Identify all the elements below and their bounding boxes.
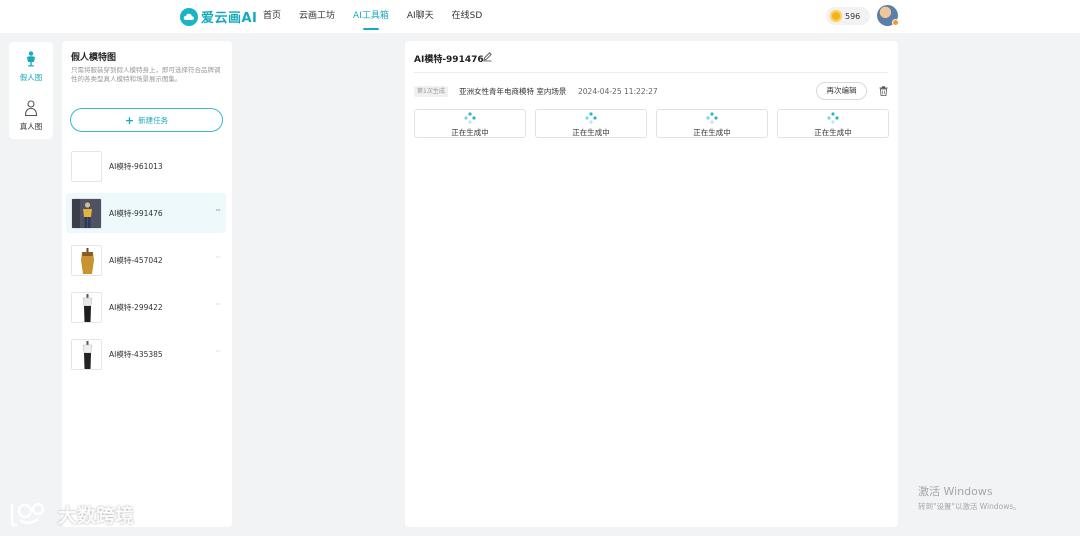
task-name: AI模特-457042: [109, 255, 163, 265]
logo-text: 爱云画AI: [201, 11, 258, 26]
task-thumbnail: [71, 150, 102, 182]
task-name: AI模特-961013: [109, 161, 163, 171]
watermark-text: 大数跨境: [58, 504, 135, 527]
app-logo[interactable]: 爱云画AI: [180, 7, 257, 26]
task-thumbnail: [71, 197, 102, 229]
generating-card: 正在生成中: [535, 109, 647, 138]
generating-status: 正在生成中: [572, 128, 610, 137]
generating-status: 正在生成中: [814, 128, 852, 137]
activation-hint: 转到"设置"以激活 Windows。: [918, 502, 1021, 511]
reedit-button[interactable]: 再次编辑: [816, 82, 867, 100]
generation-description: 亚洲女性青年电商模特 室内场景: [459, 87, 567, 96]
nav-item-workshop[interactable]: 云画工坊: [299, 0, 335, 33]
top-navbar: 爱云画AI 首页 云画工坊 AI工具箱 AI聊天 在线SD 596: [0, 0, 1080, 33]
loading-spinner-icon: [827, 112, 839, 124]
task-item[interactable]: AI模特-299422 ···: [66, 287, 226, 327]
loading-spinner-icon: [464, 112, 476, 124]
more-options-icon[interactable]: ···: [215, 206, 221, 215]
generating-status: 正在生成中: [451, 128, 489, 137]
plus-icon: +: [124, 113, 135, 127]
coin-balance[interactable]: 596: [826, 7, 870, 25]
task-panel: 假人模特图 只需将服装穿到假人模特身上，即可选择符合品牌调性的各类型真人模特和场…: [62, 41, 232, 527]
coin-count: 596: [845, 11, 861, 21]
avatar-badge-icon: [892, 19, 899, 26]
main-nav: 首页 云画工坊 AI工具箱 AI聊天 在线SD: [263, 0, 500, 33]
main-content: AI模特-991476 第1次生成 亚洲女性青年电商模特 室内场景 2024-0…: [405, 41, 898, 527]
rail-label-real-person: 真人图: [19, 122, 43, 131]
watermark: 大数跨境: [8, 500, 134, 528]
generating-card: 正在生成中: [656, 109, 768, 138]
new-task-label: 新建任务: [138, 115, 169, 125]
generation-time: 2024-04-25 11:22:27: [578, 87, 658, 96]
nav-item-online-sd[interactable]: 在线SD: [452, 0, 483, 33]
task-name: AI模特-991476: [109, 208, 163, 218]
new-task-button[interactable]: + 新建任务: [70, 108, 223, 132]
nav-item-ai-toolbox[interactable]: AI工具箱: [353, 0, 389, 33]
task-name: AI模特-435385: [109, 349, 163, 359]
task-item[interactable]: AI模特-457042 ···: [66, 240, 226, 280]
more-options-icon[interactable]: ···: [215, 300, 221, 309]
nav-item-home[interactable]: 首页: [263, 0, 281, 33]
generating-card: 正在生成中: [777, 109, 889, 138]
task-thumbnail: [71, 244, 102, 276]
watermark-logo-icon: [10, 502, 45, 527]
activation-title: 激活 Windows: [918, 485, 993, 498]
task-title: AI模特-991476: [414, 55, 484, 65]
trash-icon[interactable]: [879, 86, 888, 96]
task-item[interactable]: AI模特-961013: [66, 146, 226, 186]
cloud-logo-icon: [180, 7, 198, 26]
generation-tag: 第1次生成: [414, 86, 448, 97]
rail-label-mannequin: 假人图: [19, 73, 43, 82]
mannequin-icon: [27, 51, 35, 67]
coin-icon: [830, 10, 842, 22]
task-name: AI模特-299422: [109, 302, 163, 312]
task-item-selected[interactable]: AI模特-991476 ···: [66, 193, 226, 233]
task-item[interactable]: AI模特-435385 ···: [66, 334, 226, 374]
nav-item-ai-chat[interactable]: AI聊天: [407, 0, 434, 33]
panel-description: 只需将服装穿到假人模特身上，即可选择符合品牌调性的各类型真人模特和场景展示图集。: [71, 66, 221, 83]
windows-activation-notice: 激活 Windows 转到"设置"以激活 Windows。: [918, 483, 1021, 512]
task-thumbnail: [71, 291, 102, 323]
rail-item-real-person[interactable]: 真人图: [9, 100, 53, 132]
title-divider: [414, 72, 888, 73]
loading-spinner-icon: [585, 112, 597, 124]
loading-spinner-icon: [706, 112, 718, 124]
rail-item-mannequin[interactable]: 假人图: [9, 51, 53, 83]
edit-pencil-icon[interactable]: [482, 51, 493, 62]
person-icon: [24, 100, 38, 117]
task-thumbnail: [71, 338, 102, 370]
panel-title: 假人模特图: [71, 53, 117, 63]
generating-card: 正在生成中: [414, 109, 526, 138]
more-options-icon[interactable]: ···: [215, 347, 221, 356]
mode-rail: 假人图 真人图: [9, 42, 53, 139]
generating-status: 正在生成中: [693, 128, 731, 137]
more-options-icon[interactable]: ···: [215, 253, 221, 262]
